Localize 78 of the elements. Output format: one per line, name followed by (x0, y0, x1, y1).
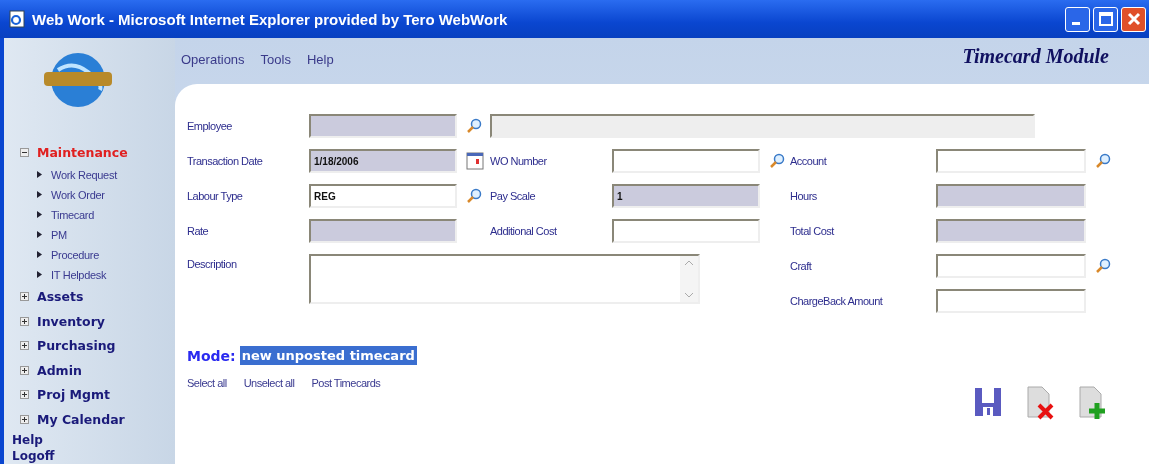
sidebar-item[interactable]: My Calendar (37, 411, 125, 427)
field-label: Additional Cost (490, 225, 557, 237)
sidebar-subitem[interactable]: Procedure (51, 248, 100, 261)
input-field[interactable] (936, 289, 1086, 313)
close-button[interactable] (1121, 6, 1146, 32)
expand-icon[interactable] (20, 341, 29, 351)
sidebar-item[interactable]: Purchasing (37, 338, 116, 354)
field-label: WO Number (490, 155, 547, 167)
calendar-icon[interactable] (466, 152, 484, 170)
chevron-icon (37, 171, 42, 178)
field-label: Employee (187, 120, 232, 132)
sidebar-link[interactable]: Logoff (8, 447, 55, 464)
field-label: Total Cost (790, 225, 834, 237)
input-field[interactable] (936, 149, 1086, 173)
action-link[interactable]: Post Timecards (311, 377, 381, 389)
field-label: Labour Type (187, 190, 243, 202)
expand-icon[interactable] (20, 292, 29, 302)
expand-icon[interactable] (20, 390, 29, 400)
expand-icon[interactable] (20, 316, 29, 326)
sidebar-subitem[interactable]: Work Request (51, 168, 117, 181)
save-icon[interactable] (973, 385, 1003, 419)
field-label: Pay Scale (490, 190, 536, 202)
sidebar-item[interactable]: Maintenance (37, 144, 128, 160)
chevron-icon (37, 271, 42, 278)
mode-value: new unposted timecard (239, 346, 417, 365)
search-icon[interactable] (466, 118, 482, 134)
search-icon[interactable] (1095, 258, 1111, 274)
input-field[interactable] (936, 184, 1086, 208)
chevron-icon (37, 211, 42, 218)
chevron-icon (37, 231, 42, 238)
maximize-button[interactable] (1093, 6, 1118, 32)
sidebar-item[interactable]: Admin (37, 362, 82, 378)
sidebar-subitem[interactable]: IT Helpdesk (51, 268, 107, 281)
sidebar-item[interactable]: Inventory (37, 313, 105, 329)
sidebar-item[interactable]: Assets (37, 289, 84, 305)
window-title: Web Work - Microsoft Internet Explorer provided by Tero WebWork (32, 10, 508, 28)
input-field[interactable] (936, 254, 1086, 278)
menu-item[interactable]: Tools (260, 52, 291, 67)
module-title: Timecard Module (962, 45, 1109, 68)
expand-icon[interactable] (20, 414, 29, 424)
input-field[interactable] (612, 219, 760, 243)
browser-page-icon (8, 10, 26, 28)
field-label: Account (790, 155, 827, 167)
input-field[interactable] (309, 219, 457, 243)
field-label: Hours (790, 190, 817, 202)
minimize-button[interactable] (1065, 6, 1090, 32)
sidebar-subitem[interactable]: PM (51, 228, 67, 241)
collapse-icon[interactable] (20, 147, 29, 157)
menu-item[interactable]: Help (306, 52, 334, 67)
menu-item[interactable]: Operations (181, 52, 245, 67)
chevron-icon (37, 251, 42, 258)
input-field[interactable]: REG (309, 184, 457, 208)
input-field[interactable] (936, 219, 1086, 243)
field-label: ChargeBack Amount (790, 295, 883, 307)
chevron-icon (37, 191, 42, 198)
minimize-icon (1071, 21, 1080, 25)
sidebar-link[interactable]: Help (8, 431, 43, 448)
search-icon[interactable] (769, 153, 785, 169)
search-icon[interactable] (466, 188, 482, 204)
field-label: Craft (790, 260, 812, 272)
mode-label: Mode: (187, 347, 236, 364)
search-icon[interactable] (1095, 153, 1111, 169)
field-label: Transaction Date (187, 155, 263, 167)
input-field[interactable] (612, 149, 760, 173)
input-field[interactable] (309, 114, 457, 138)
expand-icon[interactable] (20, 365, 29, 375)
field-label: Rate (187, 225, 209, 237)
new-document-icon[interactable] (1077, 385, 1107, 421)
sidebar-subitem[interactable]: Work Order (51, 188, 105, 201)
sidebar-item[interactable]: Proj Mgmt (37, 387, 110, 403)
field-label: Description (187, 258, 237, 270)
input-field[interactable]: 1/18/2006 (309, 149, 457, 173)
input-field[interactable]: 1 (612, 184, 760, 208)
sidebar-subitem[interactable]: Timecard (51, 208, 95, 221)
description-field[interactable] (309, 254, 700, 304)
delete-document-icon[interactable] (1025, 385, 1055, 421)
action-link[interactable]: Select all (187, 377, 227, 389)
action-link[interactable]: Unselect all (243, 377, 295, 389)
